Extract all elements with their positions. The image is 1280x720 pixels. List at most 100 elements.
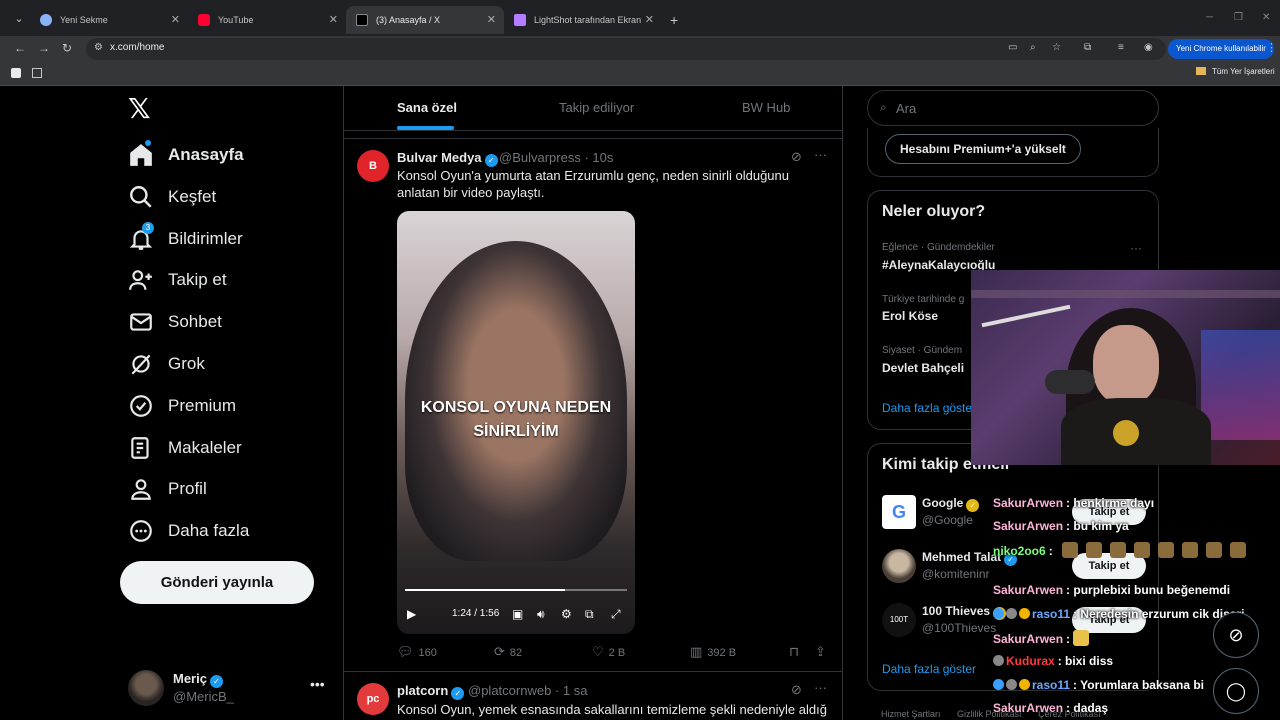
profile-icon[interactable]: ◉ [1144,42,1153,53]
nav-label: Premium [168,396,237,415]
reload-icon[interactable]: ↻ [62,41,72,55]
tab-for-you[interactable]: Sana özel [397,100,457,115]
close-window-icon[interactable]: ✕ [1262,12,1270,23]
all-bookmarks-link[interactable]: Tüm Yer İşaretleri [1196,67,1275,76]
google-logo-icon[interactable]: G [882,495,916,529]
grok-explain-icon[interactable]: ⊘ [791,149,802,165]
media-icon[interactable]: ≡ [1118,42,1124,53]
like-button[interactable]: ♡ 2 B [592,644,625,660]
tweet-text: Konsol Oyun, yemek esnasında sakallarını… [397,702,827,717]
video-caption-line: KONSOL OYUNA NEDEN [420,399,612,416]
chat-text: : henkirme dayı [1066,496,1155,510]
chrome-menu-icon[interactable]: ⋮ [1266,41,1277,54]
add-user-icon [129,270,152,290]
zoom-icon[interactable]: ⌕ [1030,42,1036,53]
search-input[interactable]: Ara [896,101,916,116]
forward-icon[interactable]: → [38,41,50,55]
heart-icon: ♡ [592,644,604,659]
fullscreen-icon[interactable]: ⤢ [611,607,621,622]
repost-button[interactable]: ⟳ 82 [494,644,522,660]
share-button[interactable]: ⇪ [815,644,831,660]
x-logo-icon[interactable]: 𝕏 [128,95,154,123]
close-icon[interactable]: ✕ [329,6,338,34]
show-more-trends-link[interactable]: Daha fazla göste [882,401,972,415]
install-icon[interactable]: ▭ [1008,42,1017,53]
bookmark-star-icon[interactable]: ☆ [1052,42,1061,53]
trends-title: Neler oluyor? [882,203,986,220]
reply-button[interactable]: 💬︎ 160 [397,644,437,660]
video-progress-bar[interactable] [405,589,627,591]
tab-following[interactable]: Takip ediliyor [559,100,634,115]
extensions-icon[interactable]: ⧉ [1084,42,1091,53]
tweet-more-icon[interactable]: ··· [814,680,827,695]
maximize-icon[interactable]: ❐ [1234,12,1243,23]
grok-fab-button[interactable]: ⊘ [1213,612,1259,658]
browser-tab[interactable]: YouTube ✕ [188,6,346,34]
close-icon[interactable]: ✕ [171,6,180,34]
premium-icon [130,395,152,417]
tweet-author[interactable]: platcorn ✓ [397,683,465,700]
address-bar[interactable]: ⚙ x.com/home ▭ ⌕ ☆ ⧉ ≡ ◉ [86,38,1166,60]
back-icon[interactable]: ← [14,41,26,55]
play-icon[interactable]: ▶ [407,607,416,621]
like-count: 2 B [608,647,626,659]
upgrade-premium-button[interactable]: Hesabını Premium+'a yükselt [885,134,1081,164]
who-handle: @100Thieves [922,621,997,635]
who-handle: @komiteninr [922,567,990,581]
100-thieves-logo-icon[interactable]: 100T [882,603,916,637]
tweet-avatar[interactable]: B [357,150,389,182]
account-handle: @MericB_ [173,689,234,704]
browser-tab[interactable]: Yeni Sekme ✕ [30,6,188,34]
tweet-author[interactable]: Bulvar Medya ✓ [397,150,498,167]
chat-text: : [1066,632,1071,646]
who-name[interactable]: Google ✓ [922,496,980,512]
trend-name[interactable]: Devlet Bahçeli [882,361,964,375]
account-name[interactable]: Meriç ✓ [173,671,223,688]
url-text[interactable]: x.com/home [110,42,164,53]
captions-icon[interactable]: ▣ [512,607,523,621]
all-bookmarks-label: Tüm Yer İşaretleri [1212,67,1275,76]
grok-icon [131,354,151,375]
tweet-avatar[interactable]: pc [357,683,389,715]
new-tab-icon[interactable]: + [670,12,678,28]
search-box[interactable]: ⌕ Ara [867,90,1159,126]
minimize-icon[interactable]: ─ [1206,12,1213,23]
premium-card: Hesabını Premium+'a yükselt [867,128,1159,177]
x-favicon-icon [356,14,368,26]
trend-name[interactable]: Erol Köse [882,309,938,323]
views-button[interactable]: ▥ 392 B [690,644,736,660]
account-more-icon[interactable]: ••• [310,676,325,692]
tweet-handle-text: @platcornweb [468,683,552,698]
terms-link[interactable]: Hizmet Şartları [881,709,941,719]
show-more-follow-link[interactable]: Daha fazla göster [882,662,976,676]
site-info-icon[interactable]: ⚙ [94,42,103,53]
person-icon [131,479,151,500]
browser-tab[interactable]: LightShot tarafından Ekran Görü ✕ [504,6,662,53]
trend-more-icon[interactable]: ··· [1130,241,1142,255]
grok-explain-icon[interactable]: ⊘ [791,682,802,698]
browser-tab-active[interactable]: (3) Anasayfa / X ✕ [346,6,504,34]
avatar[interactable] [882,549,916,583]
close-icon[interactable]: ✕ [645,6,654,34]
tweet-video[interactable]: KONSOL OYUNA NEDEN SİNİRLİYİM ▶ 1:24 / 1… [397,211,635,634]
chat-badge-icon [993,679,1004,690]
bookmark-app-icon[interactable] [11,68,21,78]
post-button[interactable]: Gönderi yayınla [120,561,314,604]
tweet-handle[interactable]: @Bulvarpress · 10s [499,150,613,165]
chat-badge-icon [993,655,1004,666]
tweet-author-name: platcorn [397,683,449,698]
bookmark-button[interactable]: ⊓ [789,644,804,660]
tab-search-icon[interactable]: ⌄ [10,10,28,28]
messages-fab-button[interactable]: ◯ [1213,668,1259,714]
close-icon[interactable]: ✕ [487,6,496,34]
settings-icon[interactable]: ⚙ [561,607,572,621]
tweet-more-icon[interactable]: ··· [814,147,827,162]
volume-icon[interactable]: 🔊︎ [537,607,545,622]
picture-in-picture-icon[interactable]: ⧉ [585,607,594,622]
apps-grid-icon[interactable] [32,68,42,78]
update-chrome-button[interactable]: Yeni Chrome kullanılabilir [1168,39,1274,59]
new-posts-dot [145,140,151,146]
avatar[interactable] [128,670,164,706]
tab-bw-hub[interactable]: BW Hub [742,100,790,115]
tweet-handle[interactable]: @platcornweb · 1 sa [468,683,587,698]
